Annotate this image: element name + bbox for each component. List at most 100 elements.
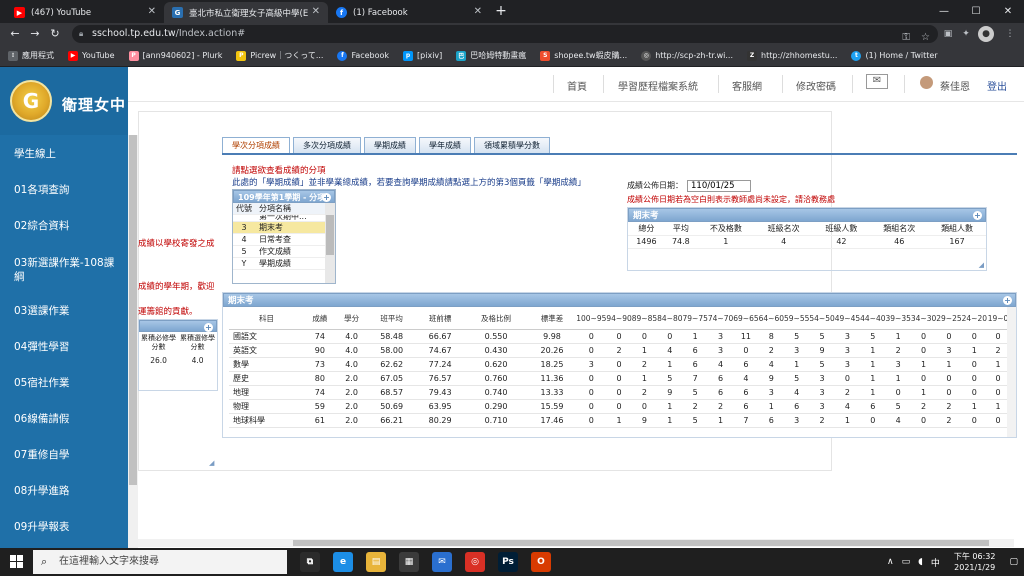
back-icon[interactable]: ←: [8, 27, 22, 41]
summary-panel: 期末考 + 總分 平均 不及格數 班級名次 班級人數 類組名次 類組人數 1496 74.8 1 4…: [627, 207, 987, 271]
bookmark-item[interactable]: ▶ YouTube: [68, 50, 115, 61]
windows-start-icon[interactable]: [10, 555, 24, 569]
menu-icon[interactable]: ⋮: [1002, 26, 1018, 42]
list-item[interactable]: 4 日常考查: [233, 234, 335, 246]
browser-tab-youtube[interactable]: ▶ (467) YouTube ✕: [6, 2, 164, 23]
detail-scrollbar[interactable]: [1007, 307, 1016, 437]
reload-icon[interactable]: ↻: [48, 27, 62, 41]
forward-icon[interactable]: →: [28, 27, 42, 41]
maximize-icon[interactable]: ☐: [960, 0, 992, 23]
school-logo[interactable]: G 衛理女中: [0, 67, 128, 135]
collapse-icon[interactable]: +: [322, 193, 331, 202]
table-cell: 5: [682, 413, 708, 428]
sidebar-item-general[interactable]: 02綜合資料: [0, 208, 128, 244]
tab-semester[interactable]: 學期成績: [364, 137, 416, 153]
scrollbar-thumb[interactable]: [293, 540, 989, 546]
sidebar-item-leave[interactable]: 06線備請假: [0, 401, 128, 437]
nav-change-password-link[interactable]: 修改密碼: [796, 78, 836, 93]
close-tab-icon[interactable]: ✕: [474, 6, 482, 17]
collapse-icon[interactable]: +: [1003, 296, 1012, 305]
sidebar-item-report[interactable]: 09升學報表: [0, 509, 128, 545]
table-cell: 1: [961, 343, 987, 358]
resize-handle-icon[interactable]: ◢: [979, 261, 984, 269]
file-explorer-icon[interactable]: ▤: [366, 552, 386, 572]
list-item[interactable]: 5 作文成績: [233, 246, 335, 258]
taskbar-search[interactable]: ⌕ 在這裡輸入文字來搜尋: [33, 550, 287, 574]
translate-icon[interactable]: ▣: [940, 26, 956, 42]
detail-panel-header: 期末考 +: [223, 293, 1016, 307]
sidebar-item-dorm[interactable]: 05宿社作業: [0, 365, 128, 401]
sidebar-item-student-online[interactable]: 學生線上: [0, 136, 128, 172]
table-cell: 90: [304, 343, 336, 358]
list-item-selected[interactable]: 3 期末考: [233, 222, 335, 234]
new-tab-button[interactable]: +: [492, 2, 510, 21]
bookmark-item[interactable]: t (1) Home / Twitter: [851, 50, 938, 61]
close-window-icon[interactable]: ✕: [992, 0, 1024, 23]
collapse-icon[interactable]: +: [973, 211, 982, 220]
table-cell: 1: [885, 329, 911, 344]
bookmark-item[interactable]: f Facebook: [337, 50, 389, 61]
bookmark-item[interactable]: P [ann940602] - Plurk: [128, 50, 222, 61]
clock[interactable]: 下午 06:32 2021/1/29: [954, 551, 996, 573]
publish-date-label: 成績公佈日期：: [627, 181, 683, 190]
browser-tab-school[interactable]: G 臺北市私立衛理女子高級中學(E ✕: [164, 2, 328, 23]
tab-domain-credits[interactable]: 領域累積學分數: [474, 137, 550, 153]
sidebar-scrollbar[interactable]: [128, 135, 138, 548]
scrollbar-thumb[interactable]: [129, 135, 137, 485]
resize-handle-icon[interactable]: ◢: [209, 459, 214, 467]
list-scrollbar[interactable]: [325, 203, 335, 283]
list-item[interactable]: Y 學期成績: [233, 258, 335, 270]
edge-icon[interactable]: e: [333, 552, 353, 572]
table-cell: 4.0: [335, 357, 368, 372]
sidebar-item-course[interactable]: 03選課作業: [0, 293, 128, 329]
tab-multi-item[interactable]: 多次分項成績: [293, 137, 361, 153]
photoshop-icon[interactable]: Ps: [498, 552, 518, 572]
item-code: [233, 215, 255, 221]
nav-home-link[interactable]: 首頁: [567, 78, 587, 93]
close-tab-icon[interactable]: ✕: [312, 6, 320, 17]
collapse-icon[interactable]: +: [204, 323, 213, 332]
sidebar-item-new-course[interactable]: 03新選課作業-108課綱: [0, 248, 118, 292]
tab-year[interactable]: 學年成績: [419, 137, 471, 153]
bookmark-item[interactable]: 巴巴哈姆特動畫瘋: [456, 50, 526, 61]
network-icon[interactable]: ▭: [902, 557, 911, 567]
bookmark-item[interactable]: P Picrew｜つくって...: [236, 50, 323, 61]
logout-link[interactable]: 登出: [987, 78, 1007, 93]
bookmark-item[interactable]: ⁝ 應用程式: [8, 50, 54, 61]
table-header-row: 科目 成績 學分 班平均 班前標 及格比例 標準差 100~95 94~90 89~85 84~80…: [229, 307, 1009, 330]
facebook-icon: f: [337, 50, 348, 61]
scrollbar-thumb[interactable]: [326, 215, 334, 255]
table-header-row: 總分 平均 不及格數 班級名次 班級人數 類組名次 類組人數: [628, 222, 986, 236]
tab-single-item[interactable]: 學次分項成績: [222, 137, 290, 153]
sidebar-item-queries[interactable]: 01各項查詢: [0, 172, 128, 208]
task-view-icon[interactable]: ⧉: [300, 552, 320, 572]
chrome-icon[interactable]: ◎: [465, 552, 485, 572]
bahamut-icon: 巴: [456, 50, 467, 61]
browser-tab-facebook[interactable]: f (1) Facebook ✕: [328, 2, 490, 23]
ime-indicator[interactable]: 中: [931, 556, 940, 569]
bookmark-item[interactable]: Sshopee.tw蝦皮購...: [540, 50, 627, 61]
nav-service-link[interactable]: 客服網: [732, 78, 762, 93]
list-item[interactable]: 第一次期中...: [233, 215, 335, 222]
close-tab-icon[interactable]: ✕: [148, 6, 156, 17]
sidebar-item-flexible[interactable]: 04彈性學習: [0, 329, 128, 365]
bookmark-item[interactable]: Zhttp://zhhomestu...: [747, 50, 837, 61]
mail-icon[interactable]: ✉: [432, 552, 452, 572]
nav-portfolio-link[interactable]: 學習歷程檔案系統: [618, 78, 698, 93]
notification-icon[interactable]: ▢: [1009, 557, 1018, 567]
bookmark-item[interactable]: p [pixiv]: [403, 50, 442, 61]
address-bar[interactable]: 🔒︎ sschool.tp.edu.tw/Index.action# ⚿ ☆: [72, 25, 938, 43]
mail-icon[interactable]: ✉: [866, 74, 888, 89]
publish-date-field[interactable]: [687, 180, 751, 192]
volume-icon[interactable]: ◖: [918, 557, 923, 567]
sidebar-item-retake[interactable]: 07重修自學: [0, 437, 128, 473]
profile-avatar-icon[interactable]: ●: [978, 26, 994, 42]
tray-expand-icon[interactable]: ∧: [887, 557, 894, 567]
sidebar-item-advance[interactable]: 08升學進路: [0, 473, 128, 509]
office-icon[interactable]: O: [531, 552, 551, 572]
minimize-icon[interactable]: —: [928, 0, 960, 23]
page-horizontal-scrollbar[interactable]: [138, 539, 1014, 547]
bookmark-item[interactable]: ◎ http://scp-zh-tr.wi...: [641, 50, 733, 61]
extensions-icon[interactable]: ✦: [958, 26, 974, 42]
store-icon[interactable]: ▦: [399, 552, 419, 572]
